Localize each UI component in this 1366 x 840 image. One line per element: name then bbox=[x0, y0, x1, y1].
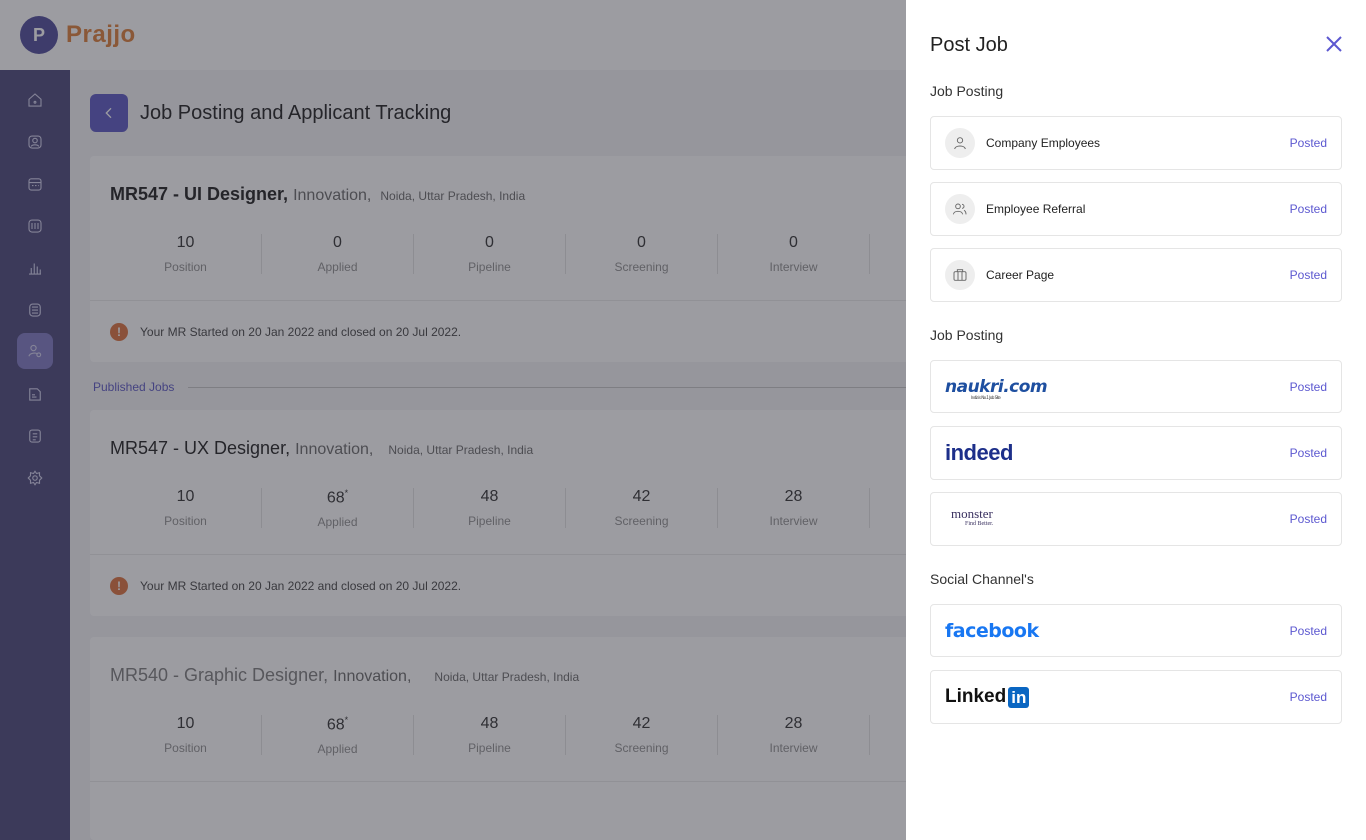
drawer-title: Post Job bbox=[930, 34, 1008, 56]
channel-row-employee-referral[interactable]: Employee Referral Posted bbox=[930, 182, 1342, 236]
channel-row-facebook[interactable]: facebook Posted bbox=[930, 604, 1342, 657]
facebook-logo: facebook bbox=[945, 620, 1290, 642]
naukri-text: naukri.com bbox=[945, 376, 1048, 397]
posted-status: Posted bbox=[1289, 202, 1327, 216]
post-job-drawer: Post Job Job Posting Company Employees P… bbox=[906, 0, 1366, 840]
linkedin-wordmark: Linked in bbox=[945, 686, 1030, 708]
section-heading: Job Posting bbox=[930, 83, 1004, 99]
posted-status: Posted bbox=[1289, 623, 1327, 638]
linkedin-logo: Linked in bbox=[945, 686, 1290, 708]
monster-logo: monster Find Better. bbox=[945, 507, 1290, 529]
briefcase-icon bbox=[953, 269, 967, 281]
channel-row-career-page[interactable]: Career Page Posted bbox=[930, 248, 1342, 302]
channel-label: Employee Referral bbox=[986, 202, 1086, 216]
facebook-wordmark: facebook bbox=[945, 619, 1039, 642]
posted-status: Posted bbox=[1289, 512, 1327, 526]
naukri-wordmark: naukri.com India's No.1 Job Site bbox=[945, 376, 1048, 400]
channel-row-naukri[interactable]: naukri.com India's No.1 Job Site Posted bbox=[930, 360, 1342, 413]
channel-label: Company Employees bbox=[986, 136, 1101, 150]
indeed-wordmark: indeed bbox=[945, 440, 1013, 465]
monster-tagline: Find Better. bbox=[965, 521, 994, 527]
posted-status: Posted bbox=[1289, 690, 1327, 704]
close-button[interactable] bbox=[1324, 34, 1344, 54]
icon-wrap bbox=[945, 128, 975, 158]
section-heading: Job Posting bbox=[930, 327, 1004, 343]
section-heading: Social Channel's bbox=[930, 571, 1034, 587]
naukri-logo: naukri.com India's No.1 Job Site bbox=[945, 376, 1290, 400]
people-icon bbox=[952, 203, 967, 215]
posted-status: Posted bbox=[1289, 379, 1327, 394]
channel-row-company-employees[interactable]: Company Employees Posted bbox=[930, 116, 1342, 170]
channel-label: Career Page bbox=[986, 268, 1055, 282]
indeed-logo: indeed bbox=[945, 440, 1290, 466]
channel-row-linkedin[interactable]: Linked in Posted bbox=[930, 670, 1342, 724]
linkedin-in-badge: in bbox=[1008, 686, 1030, 708]
linkedin-text: Linked bbox=[945, 686, 1007, 707]
person-icon bbox=[954, 137, 966, 150]
naukri-tagline: India's No.1 Job Site bbox=[971, 394, 1001, 400]
posted-status: Posted bbox=[1289, 136, 1327, 150]
icon-wrap bbox=[945, 260, 975, 290]
channel-row-indeed[interactable]: indeed Posted bbox=[930, 426, 1342, 480]
posted-status: Posted bbox=[1289, 446, 1327, 460]
channel-row-monster[interactable]: monster Find Better. Posted bbox=[930, 492, 1342, 546]
icon-wrap bbox=[945, 194, 975, 224]
posted-status: Posted bbox=[1289, 268, 1327, 282]
monster-wordmark: monster Find Better. bbox=[945, 507, 994, 529]
close-icon bbox=[1326, 36, 1342, 52]
